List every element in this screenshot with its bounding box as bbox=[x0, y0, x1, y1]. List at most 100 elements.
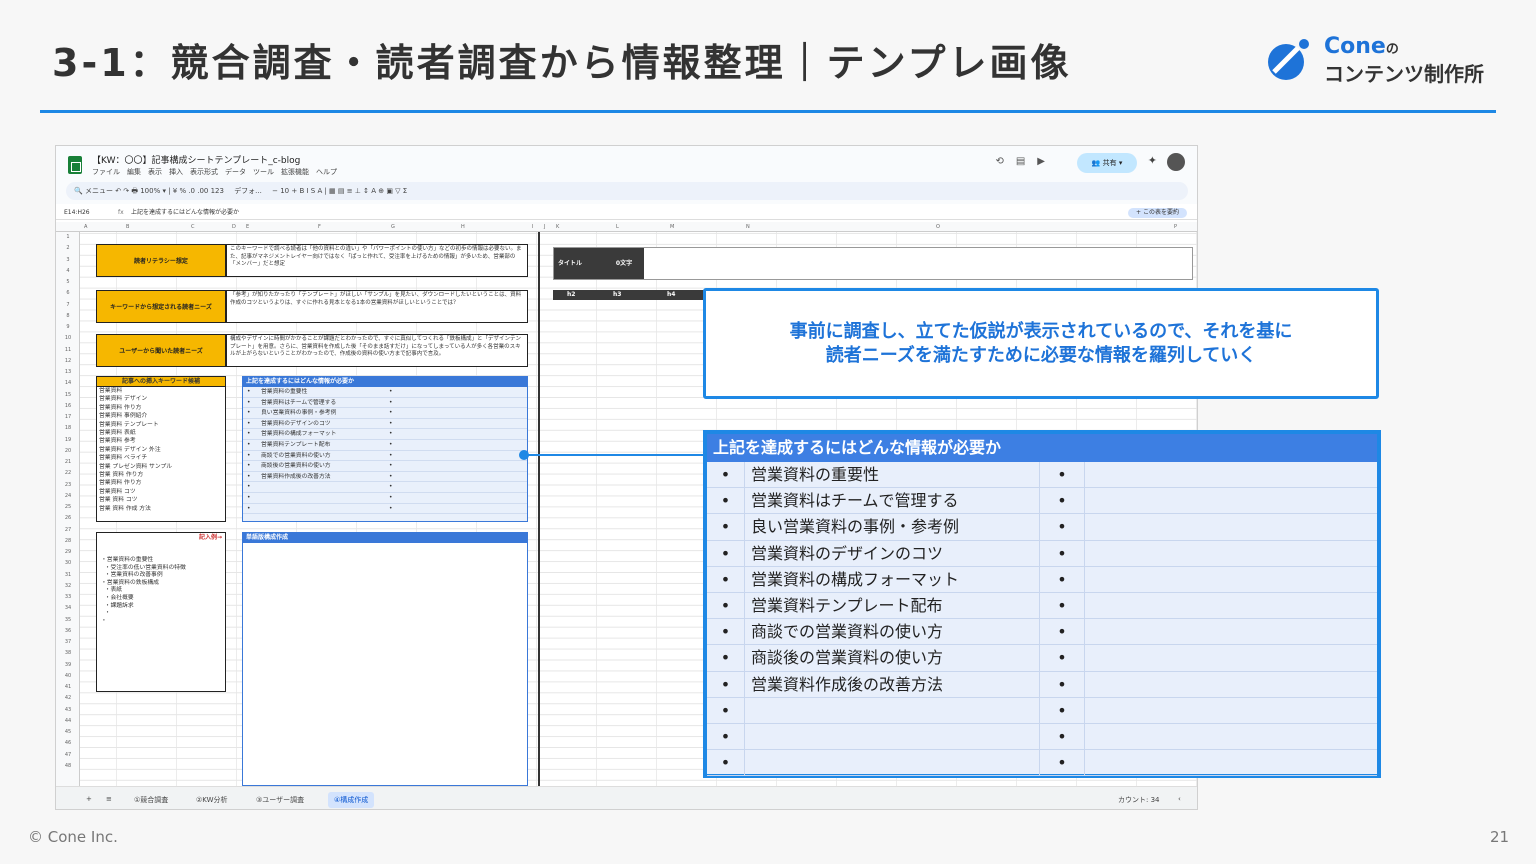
column-letter[interactable]: C bbox=[191, 224, 195, 230]
row-number[interactable]: 32 bbox=[56, 583, 80, 589]
info-row[interactable]: • 営業資料はチームで管理する • bbox=[243, 398, 527, 409]
row-number[interactable]: 44 bbox=[56, 718, 80, 724]
column-letter[interactable]: A bbox=[84, 224, 87, 230]
row-number[interactable]: 21 bbox=[56, 459, 80, 465]
row-number[interactable]: 25 bbox=[56, 504, 80, 510]
row-number[interactable]: 3 bbox=[56, 257, 80, 263]
menu-item[interactable]: 表示 bbox=[148, 168, 162, 176]
user-needs-text[interactable]: 構成やデザインに時間がかかることが課題だとわかったので、すぐに真似してつくれる「… bbox=[226, 334, 528, 367]
column-letter[interactable]: J bbox=[544, 224, 545, 230]
info-row[interactable]: • 営業資料の重要性 • bbox=[243, 387, 527, 398]
row-number[interactable]: 5 bbox=[56, 279, 80, 285]
column-letter[interactable]: N bbox=[746, 224, 750, 230]
column-letter[interactable]: L bbox=[616, 224, 619, 230]
row-number[interactable]: 26 bbox=[56, 515, 80, 521]
font-select[interactable]: デフォ... bbox=[234, 182, 262, 200]
row-number[interactable]: 14 bbox=[56, 380, 80, 386]
menu-search[interactable]: メニュー bbox=[85, 187, 113, 195]
row-number[interactable]: 34 bbox=[56, 605, 80, 611]
row-number[interactable]: 39 bbox=[56, 662, 80, 668]
menu-item[interactable]: ファイル bbox=[92, 168, 120, 176]
tab-structure[interactable]: ④構成作成 bbox=[328, 792, 375, 808]
column-letter[interactable]: P bbox=[1174, 224, 1177, 230]
row-number[interactable]: 15 bbox=[56, 392, 80, 398]
info-row[interactable]: • 良い営業資料の事例・参考例 • bbox=[243, 408, 527, 419]
formula-input[interactable]: 上記を達成するにはどんな情報が必要か bbox=[131, 206, 239, 220]
share-button[interactable]: 👥 共有 ▾ bbox=[1077, 153, 1137, 173]
avatar[interactable] bbox=[1167, 153, 1185, 171]
row-number[interactable]: 35 bbox=[56, 617, 80, 623]
menu-item[interactable]: データ bbox=[225, 168, 246, 176]
row-number[interactable]: 46 bbox=[56, 740, 80, 746]
row-number[interactable]: 30 bbox=[56, 560, 80, 566]
document-title[interactable]: 【KW：〇〇】記事構成シートテンプレート_c-blog bbox=[92, 153, 300, 166]
header-icons[interactable]: ⟲▤▶ bbox=[995, 156, 1057, 167]
title-row[interactable]: タイトル 0文字 bbox=[553, 247, 1193, 280]
sheets-app-icon[interactable] bbox=[68, 156, 82, 174]
column-letter[interactable]: H bbox=[461, 224, 465, 230]
all-sheets-icon[interactable]: ≡ bbox=[106, 795, 112, 803]
row-number[interactable]: 31 bbox=[56, 572, 80, 578]
info-needed-table[interactable]: 上記を達成するにはどんな情報が必要か • 営業資料の重要性 • • 営業資料はチームで管… bbox=[242, 376, 528, 522]
column-letter[interactable]: G bbox=[391, 224, 395, 230]
sparkle-icon[interactable]: ✦ bbox=[1148, 154, 1157, 167]
row-number[interactable]: 16 bbox=[56, 403, 80, 409]
menu-item[interactable]: ツール bbox=[253, 168, 274, 176]
menu-item[interactable]: ヘルプ bbox=[316, 168, 337, 176]
row-number[interactable]: 45 bbox=[56, 729, 80, 735]
tab-kw-analysis[interactable]: ②KW分析 bbox=[196, 795, 228, 805]
row-number[interactable]: 1 bbox=[56, 234, 80, 240]
row-number[interactable]: 37 bbox=[56, 639, 80, 645]
info-row[interactable]: • • bbox=[243, 482, 527, 493]
column-letter[interactable]: B bbox=[126, 224, 129, 230]
info-row[interactable]: • 営業資料テンプレート配布 • bbox=[243, 440, 527, 451]
row-number[interactable]: 27 bbox=[56, 527, 80, 533]
row-number[interactable]: 19 bbox=[56, 437, 80, 443]
tab-user-research[interactable]: ③ユーザー調査 bbox=[256, 795, 304, 805]
row-number[interactable]: 28 bbox=[56, 538, 80, 544]
menu-item[interactable]: 拡張機能 bbox=[281, 168, 309, 176]
needs-text[interactable]: 「参考」が知りたかったり「テンプレート」がほしい「サンプル」を見たい、ダウンロー… bbox=[226, 290, 528, 323]
row-number[interactable]: 42 bbox=[56, 695, 80, 701]
menu-item[interactable]: 編集 bbox=[127, 168, 141, 176]
literacy-text[interactable]: このキーワードで調べる読者は「他の資料との違い」や「パワーポイントの使い方」など… bbox=[226, 244, 528, 277]
column-letter[interactable]: E bbox=[246, 224, 249, 230]
info-row[interactable]: • 営業資料作成後の改善方法 • bbox=[243, 472, 527, 483]
row-number[interactable]: 22 bbox=[56, 470, 80, 476]
row-number[interactable]: 7 bbox=[56, 302, 80, 308]
column-letter[interactable]: F bbox=[318, 224, 321, 230]
row-number[interactable]: 36 bbox=[56, 628, 80, 634]
info-row[interactable]: • 営業資料のデザインのコツ • bbox=[243, 419, 527, 430]
row-number[interactable]: 9 bbox=[56, 324, 80, 330]
row-number[interactable]: 48 bbox=[56, 763, 80, 769]
menu-item[interactable]: 挿入 bbox=[169, 168, 183, 176]
info-row[interactable]: • 商談後の営業資料の使い方 • bbox=[243, 461, 527, 472]
undo-icon[interactable]: ↶ ↷ 🖶 bbox=[115, 187, 140, 195]
row-number[interactable]: 40 bbox=[56, 673, 80, 679]
count-status[interactable]: カウント: 34 bbox=[1118, 795, 1160, 805]
info-row[interactable]: • 商談での営業資料の使い方 • bbox=[243, 451, 527, 462]
summarize-button[interactable]: + この表を要約 bbox=[1128, 208, 1187, 218]
row-number[interactable]: 10 bbox=[56, 335, 80, 341]
search-icon[interactable]: 🔍 bbox=[74, 187, 83, 195]
zoom-select[interactable]: 100% bbox=[140, 187, 160, 195]
draft-structure-box[interactable]: 単語版構成作成 bbox=[242, 532, 528, 786]
tab-competitor[interactable]: ①競合調査 bbox=[134, 795, 168, 805]
row-number[interactable]: 6 bbox=[56, 290, 80, 296]
row-number[interactable]: 43 bbox=[56, 707, 80, 713]
column-letter[interactable]: K bbox=[556, 224, 559, 230]
collapse-icon[interactable]: ‹ bbox=[1178, 795, 1181, 803]
format-icons[interactable]: B I S A | ▦ ▤ ≡ ⊥ ↕ A ⊕ ▣ ▽ Σ bbox=[299, 187, 407, 195]
row-number[interactable]: 38 bbox=[56, 650, 80, 656]
row-number[interactable]: 20 bbox=[56, 448, 80, 454]
row-number[interactable]: 47 bbox=[56, 752, 80, 758]
info-row[interactable]: • 営業資料の構成フォーマット • bbox=[243, 429, 527, 440]
row-number[interactable]: 4 bbox=[56, 268, 80, 274]
row-number[interactable]: 13 bbox=[56, 369, 80, 375]
row-number[interactable]: 12 bbox=[56, 358, 80, 364]
keyword-candidates[interactable]: 記事への挿入キーワード候補 営業資料 営業資料 デザイン 営業資料 作り方 営業資料 … bbox=[96, 376, 226, 522]
row-number[interactable]: 8 bbox=[56, 313, 80, 319]
row-number[interactable]: 23 bbox=[56, 482, 80, 488]
font-size-field[interactable]: 10 bbox=[280, 187, 289, 195]
row-number[interactable]: 41 bbox=[56, 684, 80, 690]
